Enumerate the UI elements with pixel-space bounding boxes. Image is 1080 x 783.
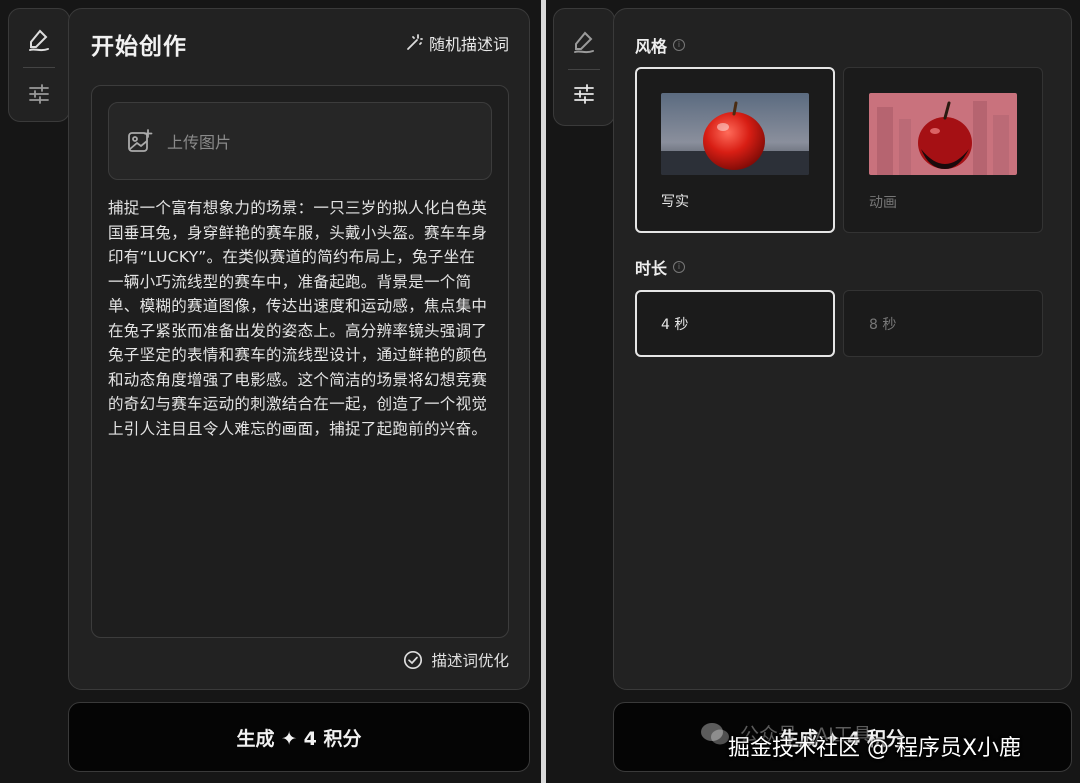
duration-section-label: 时长 i xyxy=(635,255,686,279)
generate-button-left[interactable]: 生成 ✦ 4 积分 xyxy=(68,702,530,772)
duration-option-4s[interactable]: 4 秒 xyxy=(635,290,835,357)
upload-image-label: 上传图片 xyxy=(167,133,232,152)
duration-option-label: 4 秒 xyxy=(661,317,689,333)
prompt-container: 上传图片 捕捉一个富有想象力的场景：一只三岁的拟人化白色英国垂耳兔，身穿鲜艳的赛… xyxy=(91,85,509,638)
style-label: 风格 xyxy=(635,37,668,56)
left-tool-sidebar xyxy=(8,8,70,122)
page-title: 开始创作 xyxy=(91,34,187,60)
create-tool-button[interactable] xyxy=(9,23,69,57)
pen-scribble-icon xyxy=(574,31,594,54)
right-tool-sidebar xyxy=(553,8,615,126)
settings-card: 风格 i 写实 动画 时长 i 4 秒 8 秒 xyxy=(613,8,1072,690)
duration-option-label: 8 秒 xyxy=(869,317,897,333)
sliders-icon xyxy=(29,84,49,104)
prompt-textarea[interactable]: 捕捉一个富有想象力的场景：一只三岁的拟人化白色英国垂耳兔，身穿鲜艳的赛车服，头戴… xyxy=(108,196,490,441)
sidebar-separator xyxy=(568,69,600,70)
settings-tool-button-right[interactable] xyxy=(554,77,614,111)
create-card: 开始创作 随机描述词 上传图片 捕捉一个富有想象力的场景：一只三岁的拟人化白色英… xyxy=(68,8,530,690)
sidebar-separator xyxy=(23,67,55,68)
watermark-text: 掘金技术社区 @ 程序员X小鹿 xyxy=(728,736,1022,761)
check-circle-icon xyxy=(404,650,423,670)
upload-image-button[interactable]: 上传图片 xyxy=(108,102,492,180)
duration-label: 时长 xyxy=(635,259,668,278)
pen-scribble-icon xyxy=(29,29,49,52)
create-tool-button-right[interactable] xyxy=(554,25,614,59)
wechat-icon xyxy=(701,722,729,744)
info-icon[interactable]: i xyxy=(673,39,686,51)
duration-option-8s[interactable]: 8 秒 xyxy=(843,290,1043,357)
random-prompt-button[interactable]: 随机描述词 xyxy=(405,31,509,55)
style-option-animation[interactable]: 动画 xyxy=(843,67,1043,233)
prompt-optimize-label: 描述词优化 xyxy=(431,652,509,670)
info-icon[interactable]: i xyxy=(673,261,686,273)
image-add-icon xyxy=(128,129,153,152)
style-option-label: 动画 xyxy=(869,195,897,211)
animated-apple-thumbnail xyxy=(869,93,1017,175)
random-prompt-label: 随机描述词 xyxy=(428,35,509,54)
style-option-realistic[interactable]: 写实 xyxy=(635,67,835,233)
style-option-label: 写实 xyxy=(661,194,689,210)
style-section-label: 风格 i xyxy=(635,33,686,57)
sliders-icon xyxy=(574,84,594,104)
prompt-optimize-toggle[interactable]: 描述词优化 xyxy=(403,649,509,671)
magic-wand-icon xyxy=(407,34,423,50)
realistic-apple-thumbnail xyxy=(661,93,809,175)
settings-tool-button[interactable] xyxy=(9,77,69,111)
